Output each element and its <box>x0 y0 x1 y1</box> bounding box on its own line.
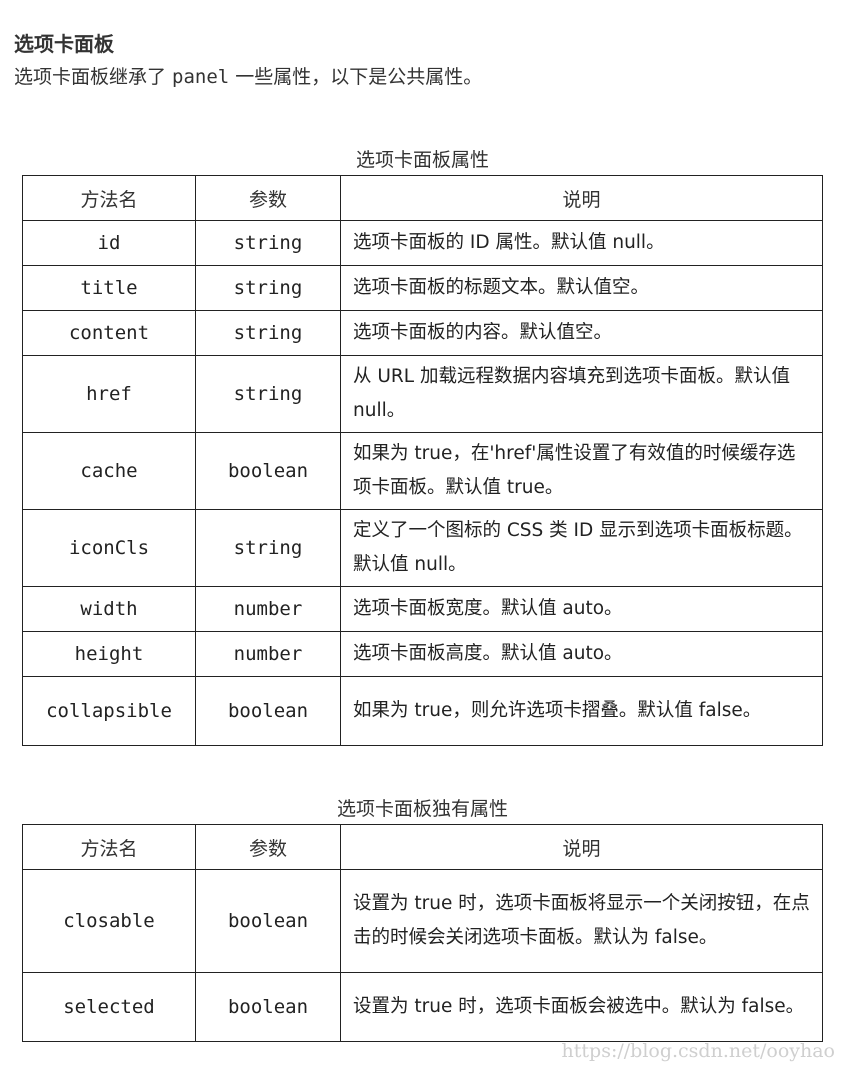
property-description: 从 URL 加载远程数据内容填充到选项卡面板。默认值 null。 <box>340 355 823 433</box>
table-row: width number 选项卡面板宽度。默认值 auto。 <box>22 586 823 632</box>
table-row: selected boolean 设置为 true 时，选项卡面板会被选中。默认为 … <box>22 972 823 1042</box>
property-type: string <box>195 355 341 433</box>
header-param: 参数 <box>195 175 341 221</box>
property-name: cache <box>22 432 196 510</box>
property-description: 选项卡面板的标题文本。默认值空。 <box>340 265 823 311</box>
watermark: https://blog.csdn.net/ooyhao <box>561 1040 835 1062</box>
table-row: iconCls string 定义了一个图标的 CSS 类 ID 显示到选项卡面板标… <box>22 509 823 587</box>
table-row: cache boolean 如果为 true，在'href'属性设置了有效值的时候缓… <box>22 432 823 510</box>
property-description: 如果为 true，在'href'属性设置了有效值的时候缓存选项卡面板。默认值 t… <box>340 432 823 510</box>
property-type: string <box>195 265 341 311</box>
header-method-name: 方法名 <box>22 824 196 870</box>
property-type: number <box>195 631 341 677</box>
table-row: title string 选项卡面板的标题文本。默认值空。 <box>22 265 823 311</box>
property-name: width <box>22 586 196 632</box>
property-name: collapsible <box>22 676 196 746</box>
header-description: 说明 <box>340 824 823 870</box>
header-description: 说明 <box>340 175 823 221</box>
property-description: 选项卡面板的内容。默认值空。 <box>340 310 823 356</box>
property-description: 如果为 true，则允许选项卡摺叠。默认值 false。 <box>340 676 823 746</box>
header-method-name: 方法名 <box>22 175 196 221</box>
table-header-row: 方法名 参数 说明 <box>22 175 823 221</box>
intro-paragraph: 选项卡面板继承了 panel 一些属性，以下是公共属性。 <box>14 62 482 89</box>
property-type: string <box>195 509 341 587</box>
property-type: string <box>195 220 341 266</box>
table-row: content string 选项卡面板的内容。默认值空。 <box>22 310 823 356</box>
header-param: 参数 <box>195 824 341 870</box>
property-name: selected <box>22 972 196 1042</box>
property-name: title <box>22 265 196 311</box>
table-caption-unique: 选项卡面板独有属性 <box>336 798 508 820</box>
table-row: closable boolean 设置为 true 时，选项卡面板将显示一个关闭按钮… <box>22 869 823 973</box>
common-properties-table: 方法名 参数 说明 id string 选项卡面板的 ID 属性。默认值 null。… <box>22 175 823 746</box>
property-description: 设置为 true 时，选项卡面板会被选中。默认为 false。 <box>340 972 823 1042</box>
property-name: href <box>22 355 196 433</box>
unique-properties-table: 方法名 参数 说明 closable boolean 设置为 true 时，选项卡面… <box>22 824 823 1042</box>
property-description: 选项卡面板的 ID 属性。默认值 null。 <box>340 220 823 266</box>
table-row: id string 选项卡面板的 ID 属性。默认值 null。 <box>22 220 823 266</box>
intro-code: panel <box>172 66 230 88</box>
section-heading: 选项卡面板 <box>14 32 114 56</box>
table-caption-common: 选项卡面板属性 <box>355 149 489 171</box>
table-row: collapsible boolean 如果为 true，则允许选项卡摺叠。默认值 … <box>22 676 823 746</box>
property-name: id <box>22 220 196 266</box>
property-type: boolean <box>195 676 341 746</box>
property-type: boolean <box>195 972 341 1042</box>
property-description: 定义了一个图标的 CSS 类 ID 显示到选项卡面板标题。默认值 null。 <box>340 509 823 587</box>
property-name: iconCls <box>22 509 196 587</box>
table-row: href string 从 URL 加载远程数据内容填充到选项卡面板。默认值 nul… <box>22 355 823 433</box>
property-description: 选项卡面板高度。默认值 auto。 <box>340 631 823 677</box>
property-type: number <box>195 586 341 632</box>
property-name: height <box>22 631 196 677</box>
intro-text-before: 选项卡面板继承了 <box>14 66 173 88</box>
intro-text-after: 一些属性，以下是公共属性。 <box>229 66 483 88</box>
property-description: 选项卡面板宽度。默认值 auto。 <box>340 586 823 632</box>
table-header-row: 方法名 参数 说明 <box>22 824 823 870</box>
table-row: height number 选项卡面板高度。默认值 auto。 <box>22 631 823 677</box>
property-type: string <box>195 310 341 356</box>
property-type: boolean <box>195 432 341 510</box>
property-type: boolean <box>195 869 341 973</box>
property-description: 设置为 true 时，选项卡面板将显示一个关闭按钮，在点击的时候会关闭选项卡面板… <box>340 869 823 973</box>
property-name: content <box>22 310 196 356</box>
property-name: closable <box>22 869 196 973</box>
